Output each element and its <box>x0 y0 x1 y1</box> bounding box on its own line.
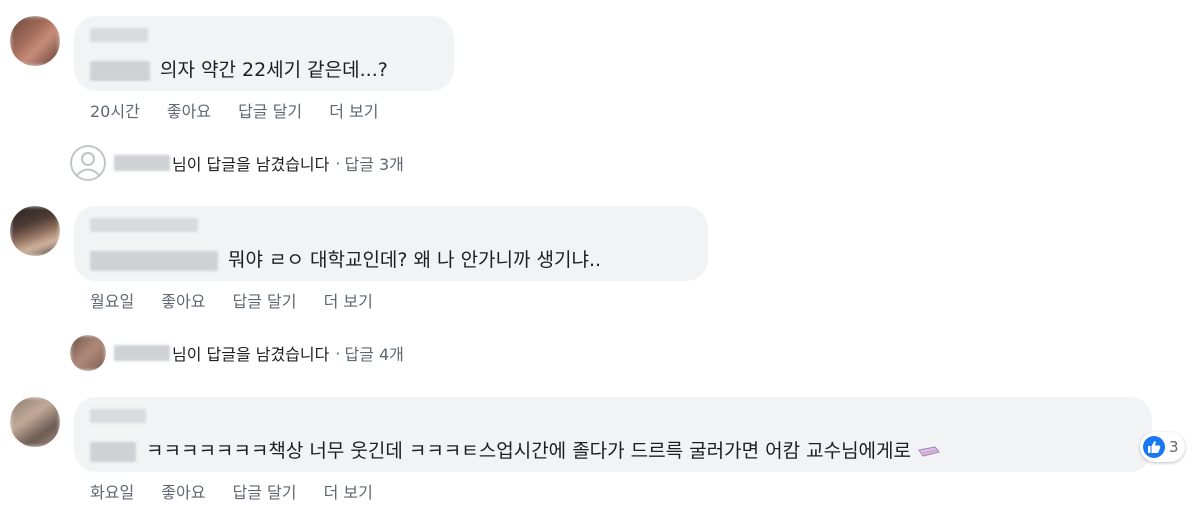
comment-text: 의자 약간 22세기 같은데...? <box>90 55 388 82</box>
default-avatar-icon <box>70 145 106 181</box>
reply-button[interactable]: 답글 달기 <box>233 483 297 502</box>
comment-timestamp[interactable]: 20시간 <box>90 102 140 121</box>
comment-bubble: 의자 약간 22세기 같은데...? <box>74 16 454 91</box>
reaction-count: 3 <box>1169 438 1179 456</box>
like-button[interactable]: 좋아요 <box>161 483 205 502</box>
reply-count[interactable]: 답글 4개 <box>344 341 403 365</box>
comment-bubble: ㅋㅋㅋㅋㅋㅋㅋ책상 너무 웃긴데 ㅋㅋㅋㅌ스업시간에 졸다가 드르륵 굴러가면 … <box>74 397 1152 472</box>
like-button[interactable]: 좋아요 <box>161 292 205 311</box>
reply-summary[interactable]: 님이 답글을 남겼습니다 · 답글 4개 <box>70 335 404 371</box>
more-button[interactable]: 더 보기 <box>324 292 373 311</box>
replier-name[interactable] <box>114 345 170 361</box>
comment-bubble: 뭐야 ㄹㅇ 대학교인데? 왜 나 안가니까 생기냐.. <box>74 206 708 281</box>
commenter-name-redacted[interactable] <box>90 60 150 81</box>
separator: · <box>335 153 341 173</box>
comment-actions: 화요일 좋아요 답글 달기 더 보기 <box>90 479 395 503</box>
like-button[interactable]: 좋아요 <box>167 102 211 121</box>
commenter-name[interactable] <box>90 409 146 423</box>
commenter-name[interactable] <box>90 218 198 232</box>
reply-button[interactable]: 답글 달기 <box>238 102 302 121</box>
comment-text: ㅋㅋㅋㅋㅋㅋㅋ책상 너무 웃긴데 ㅋㅋㅋㅌ스업시간에 졸다가 드르륵 굴러가면 … <box>90 436 941 463</box>
replier-name[interactable] <box>114 155 170 171</box>
like-reaction-icon <box>1143 436 1165 458</box>
reply-button[interactable]: 답글 달기 <box>233 292 297 311</box>
comment-text: 뭐야 ㄹㅇ 대학교인데? 왜 나 안가니까 생기냐.. <box>90 245 601 272</box>
commenter-avatar[interactable] <box>10 16 60 66</box>
comment-timestamp[interactable]: 월요일 <box>90 292 134 311</box>
separator: · <box>335 343 341 363</box>
commenter-name-redacted[interactable] <box>90 250 218 271</box>
commenter-avatar[interactable] <box>10 206 60 256</box>
comment-actions: 월요일 좋아요 답글 달기 더 보기 <box>90 288 395 312</box>
reply-summary[interactable]: 님이 답글을 남겼습니다 · 답글 3개 <box>70 145 404 181</box>
reply-count[interactable]: 답글 3개 <box>344 151 403 175</box>
commenter-name[interactable] <box>90 28 148 42</box>
commenter-name-redacted[interactable] <box>90 441 136 462</box>
reply-summary-text: 님이 답글을 남겼습니다 <box>172 155 330 174</box>
reaction-badge[interactable]: 3 <box>1140 432 1185 462</box>
commenter-avatar[interactable] <box>10 397 60 447</box>
replier-avatar <box>70 335 106 371</box>
emoji-icon <box>918 445 940 457</box>
reply-summary-text: 님이 답글을 남겼습니다 <box>172 345 330 364</box>
more-button[interactable]: 더 보기 <box>324 483 373 502</box>
comment-timestamp[interactable]: 화요일 <box>90 483 134 502</box>
comment-actions: 20시간 좋아요 답글 달기 더 보기 <box>90 98 400 122</box>
more-button[interactable]: 더 보기 <box>329 102 378 121</box>
